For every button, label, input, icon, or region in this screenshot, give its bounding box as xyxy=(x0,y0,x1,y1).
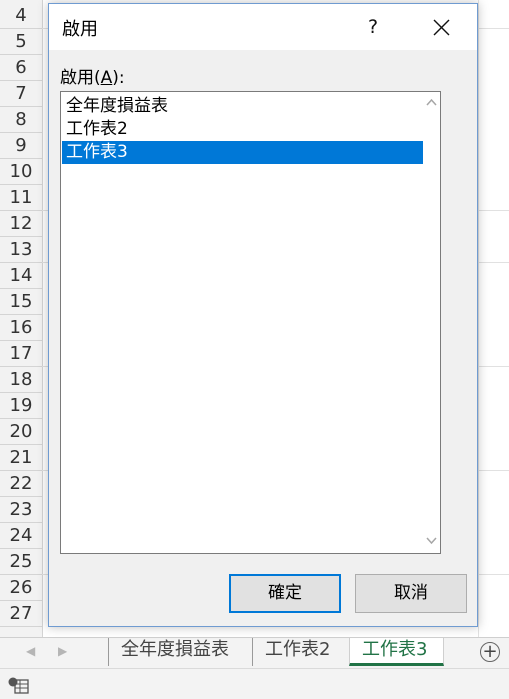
close-icon xyxy=(433,19,450,36)
row-header[interactable]: 27 xyxy=(0,601,42,627)
row-header[interactable]: 16 xyxy=(0,315,42,341)
sheet-listbox[interactable]: 全年度損益表 工作表2 工作表3 xyxy=(60,91,441,554)
row-header[interactable]: 18 xyxy=(0,367,42,393)
row-header[interactable]: 21 xyxy=(0,445,42,471)
row-header[interactable]: 7 xyxy=(0,81,42,107)
row-header[interactable]: 23 xyxy=(0,497,42,523)
status-bar xyxy=(0,668,509,699)
row-header[interactable]: 19 xyxy=(0,393,42,419)
listbox-scrollbar[interactable] xyxy=(423,92,440,553)
row-header[interactable]: 26 xyxy=(0,575,42,601)
scroll-down-icon[interactable] xyxy=(423,532,440,549)
add-sheet-icon[interactable]: + xyxy=(480,642,500,662)
sheet-tab-bar: ◀ ▶ 全年度損益表 工作表2 工作表3 + xyxy=(0,637,509,668)
row-header[interactable]: 4 xyxy=(0,3,42,29)
label-prefix: 啟用( xyxy=(60,68,101,88)
sheet-tab-sheet2[interactable]: 工作表2 xyxy=(252,638,342,666)
row-header[interactable]: 10 xyxy=(0,159,42,185)
label-mnemonic: A xyxy=(100,68,113,88)
row-header[interactable]: 5 xyxy=(0,29,42,55)
row-header[interactable]: 24 xyxy=(0,523,42,549)
row-header[interactable]: 8 xyxy=(0,107,42,133)
sheet-tab-annual-pl[interactable]: 全年度損益表 xyxy=(108,638,241,666)
macro-record-icon[interactable] xyxy=(7,676,29,694)
sheet-tab-sheet3[interactable]: 工作表3 xyxy=(349,638,444,666)
close-button[interactable] xyxy=(421,12,461,42)
row-header[interactable]: 6 xyxy=(0,55,42,81)
row-header[interactable]: 12 xyxy=(0,211,42,237)
row-header[interactable]: 25 xyxy=(0,549,42,575)
row-header[interactable]: 14 xyxy=(0,263,42,289)
column-gridline xyxy=(478,0,479,637)
row-header[interactable]: 17 xyxy=(0,341,42,367)
row-header-column: 4 5 6 7 8 9 10 11 12 13 14 15 16 17 18 1… xyxy=(0,0,43,637)
help-button[interactable]: ? xyxy=(355,12,391,42)
list-item[interactable]: 工作表2 xyxy=(62,118,440,141)
row-header[interactable]: 22 xyxy=(0,471,42,497)
dialog-title: 啟用 xyxy=(62,19,98,40)
label-suffix: ): xyxy=(112,68,125,88)
scroll-tabs-left-icon[interactable]: ◀ xyxy=(26,644,35,658)
list-item[interactable]: 全年度損益表 xyxy=(62,95,440,118)
scroll-tabs-right-icon[interactable]: ▶ xyxy=(58,644,67,658)
cancel-button[interactable]: 取消 xyxy=(355,574,467,613)
row-header[interactable]: 11 xyxy=(0,185,42,211)
activate-sheet-dialog: 啟用 ? 啟用(A): 全年度損益表 工作表2 工作表3 確定 取消 xyxy=(48,3,478,627)
row-header[interactable]: 13 xyxy=(0,237,42,263)
row-header[interactable]: 20 xyxy=(0,419,42,445)
row-header[interactable]: 9 xyxy=(0,133,42,159)
row-header[interactable]: 15 xyxy=(0,289,42,315)
dialog-title-bar[interactable]: 啟用 ? xyxy=(49,4,477,50)
scroll-up-icon[interactable] xyxy=(423,94,440,111)
list-item-selected[interactable]: 工作表3 xyxy=(62,141,440,164)
ok-button[interactable]: 確定 xyxy=(229,574,341,613)
sheet-list-label: 啟用(A): xyxy=(60,63,125,88)
